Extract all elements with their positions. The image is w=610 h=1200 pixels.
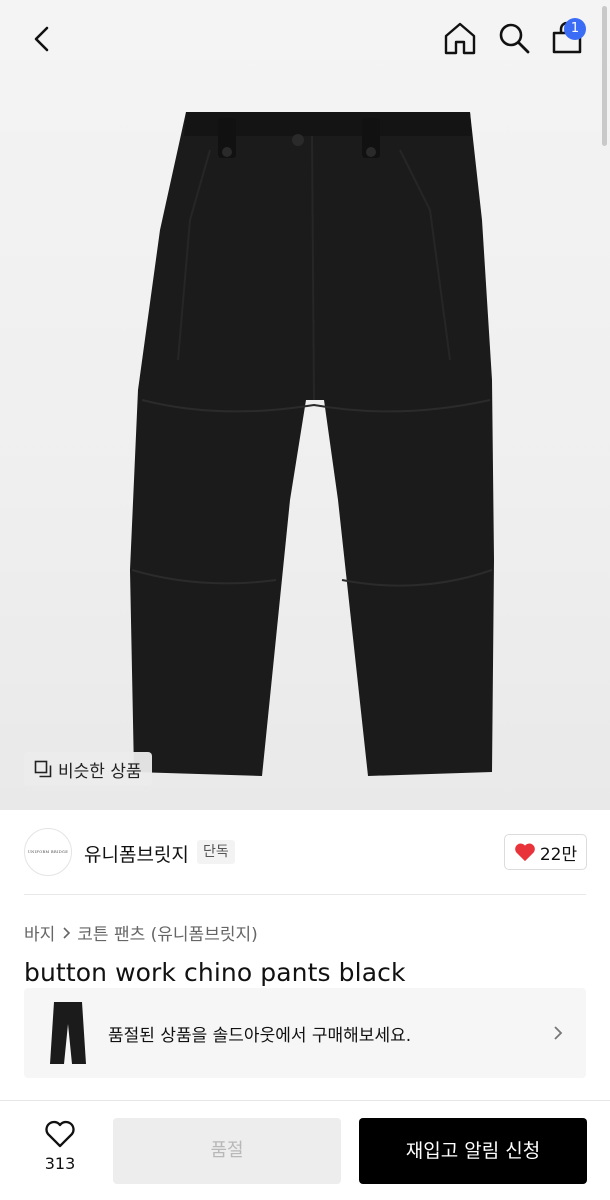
similar-products-label: 비슷한 상품 bbox=[58, 761, 142, 782]
wishlist-count: 313 bbox=[44, 1154, 76, 1173]
search-icon[interactable] bbox=[496, 20, 532, 56]
heart-outline-icon bbox=[45, 1120, 75, 1148]
chevron-right-icon bbox=[63, 926, 71, 939]
divider bbox=[24, 894, 586, 895]
copy-icon bbox=[34, 760, 52, 778]
top-navigation: 1 bbox=[0, 0, 610, 80]
heart-filled-icon bbox=[515, 843, 535, 862]
soldout-market-banner[interactable]: 품절된 상품을 솔드아웃에서 구매해보세요. bbox=[24, 988, 586, 1078]
wishlist-button[interactable]: 313 bbox=[30, 1119, 90, 1183]
breadcrumb-category[interactable]: 바지 bbox=[24, 920, 55, 945]
product-thumbnail bbox=[50, 1002, 86, 1064]
brand-like-count: 22만 bbox=[539, 844, 578, 865]
soldout-button: 품절 bbox=[113, 1118, 341, 1184]
product-title: button work chino pants black bbox=[24, 958, 406, 987]
product-image bbox=[130, 112, 494, 776]
brand-like-button[interactable]: 22만 bbox=[504, 834, 587, 870]
brand-row: UNIFORM BRIDGE 유니폼브릿지 단독 22만 bbox=[0, 824, 610, 884]
brand-name[interactable]: 유니폼브릿지 bbox=[84, 840, 189, 867]
breadcrumb-subcategory[interactable]: 코튼 팬츠 (유니폼브릿지) bbox=[77, 920, 257, 945]
product-image-area[interactable]: 비슷한 상품 bbox=[0, 0, 610, 810]
brand-logo-text: UNIFORM BRIDGE bbox=[27, 850, 69, 854]
cart-count-badge: 1 bbox=[564, 18, 586, 40]
home-icon[interactable] bbox=[442, 20, 478, 56]
restock-alert-button[interactable]: 재입고 알림 신청 bbox=[359, 1118, 587, 1184]
chevron-left-icon[interactable] bbox=[26, 22, 60, 56]
brand-logo[interactable]: UNIFORM BRIDGE bbox=[24, 828, 72, 876]
breadcrumb: 바지 코튼 팬츠 (유니폼브릿지) bbox=[24, 920, 258, 945]
bottom-action-bar: 313 품절 재입고 알림 신청 bbox=[0, 1100, 610, 1200]
soldout-banner-text: 품절된 상품을 솔드아웃에서 구매해보세요. bbox=[108, 1026, 412, 1046]
similar-products-button[interactable]: 비슷한 상품 bbox=[24, 752, 152, 786]
exclusive-tag: 단독 bbox=[197, 840, 235, 864]
chevron-right-icon bbox=[554, 1026, 563, 1040]
